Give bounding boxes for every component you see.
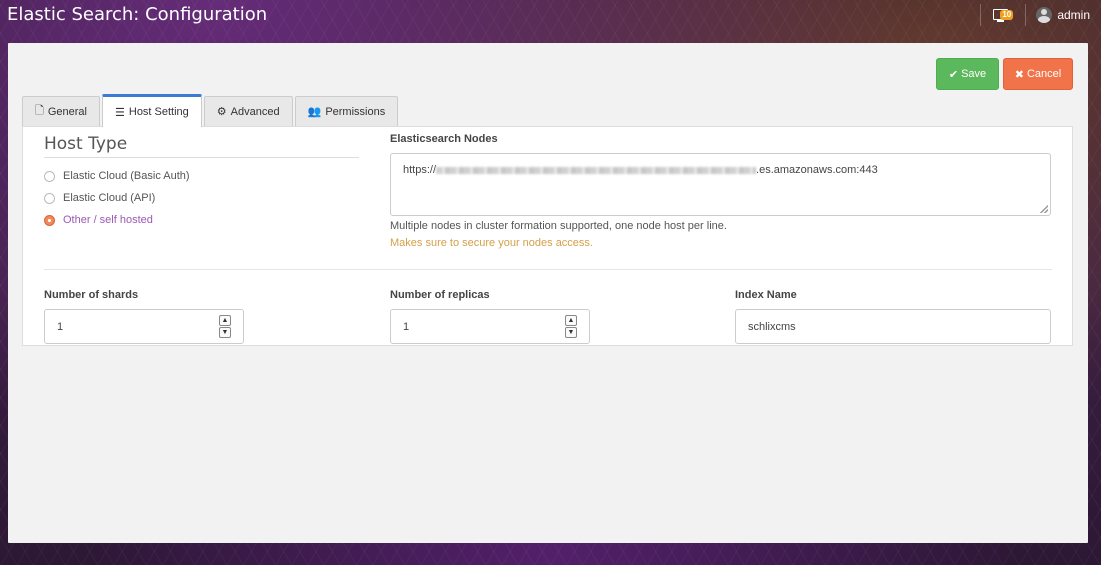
divider	[1025, 4, 1027, 26]
save-label: Save	[961, 68, 987, 80]
resize-handle[interactable]	[1040, 205, 1048, 213]
tab-label: Host Setting	[128, 106, 189, 118]
chevron-up-icon[interactable]: ▲	[565, 315, 577, 326]
save-button[interactable]: ✔ Save	[936, 58, 999, 90]
chevron-up-icon[interactable]: ▲	[219, 315, 231, 326]
shards-input[interactable]: 1 ▲ ▼	[44, 309, 244, 344]
file-icon: 🗋	[35, 105, 44, 117]
tab-general[interactable]: 🗋 General	[22, 96, 100, 126]
radio-button[interactable]	[44, 170, 55, 182]
redacted-host	[436, 166, 757, 174]
nodes-textarea[interactable]: https:// .es.amazonaws.com:443	[390, 153, 1051, 216]
chevron-down-icon[interactable]: ▼	[565, 327, 577, 338]
divider	[44, 269, 1052, 270]
nodes-help-text: Multiple nodes in cluster formation supp…	[390, 220, 727, 232]
shards-stepper[interactable]: ▲ ▼	[219, 315, 231, 338]
main-panel: ✔ Save ✖ Cancel 🗋 General ☰ Host Setting…	[8, 43, 1088, 543]
replicas-label: Number of replicas	[390, 289, 490, 301]
tab-host-setting[interactable]: ☰ Host Setting	[102, 94, 202, 127]
divider	[980, 4, 982, 26]
divider	[44, 157, 359, 158]
users-icon: 👥	[307, 106, 322, 118]
chevron-down-icon[interactable]: ▼	[219, 327, 231, 338]
tab-bar: 🗋 General ☰ Host Setting ⚙ Advanced 👥 Pe…	[22, 94, 400, 127]
radio-elastic-cloud-basic[interactable]: Elastic Cloud (Basic Auth)	[44, 170, 190, 182]
index-name-value: schlixcms	[748, 320, 796, 333]
cancel-button[interactable]: ✖ Cancel	[1003, 58, 1073, 90]
server-icon: ☰	[115, 106, 125, 119]
tab-label: Advanced	[230, 105, 280, 118]
notifications-button[interactable]: 10	[991, 6, 1015, 24]
tab-permissions[interactable]: 👥 Permissions	[294, 96, 399, 126]
nodes-warning-text: Makes sure to secure your nodes access.	[390, 237, 593, 249]
page-title: Elastic Search: Configuration	[7, 4, 268, 25]
radio-label: Other / self hosted	[63, 214, 153, 226]
tab-label: General	[47, 105, 87, 118]
radio-elastic-cloud-api[interactable]: Elastic Cloud (API)	[44, 192, 155, 204]
top-bar: Elastic Search: Configuration 10 admin	[0, 0, 1101, 32]
radio-label: Elastic Cloud (Basic Auth)	[63, 170, 190, 182]
top-right-area: 10 admin	[980, 4, 1090, 26]
nodes-value-prefix: https://	[403, 164, 437, 176]
cancel-label: Cancel	[1026, 68, 1062, 80]
index-name-input[interactable]: schlixcms	[735, 309, 1051, 344]
shards-value: 1	[57, 320, 64, 333]
user-menu[interactable]: admin	[1036, 7, 1090, 23]
tab-label: Permissions	[325, 105, 386, 118]
notification-badge: 10	[1000, 10, 1014, 20]
index-name-label: Index Name	[735, 289, 797, 301]
radio-button[interactable]	[44, 192, 55, 204]
shards-label: Number of shards	[44, 289, 139, 301]
radio-button[interactable]	[44, 214, 55, 226]
nodes-value-suffix: .es.amazonaws.com:443	[756, 164, 878, 176]
nodes-label: Elasticsearch Nodes	[390, 133, 498, 145]
tab-content: Host Type Elastic Cloud (Basic Auth) Ela…	[22, 126, 1073, 346]
check-icon: ✔	[948, 68, 959, 81]
replicas-stepper[interactable]: ▲ ▼	[565, 315, 577, 338]
close-icon: ✖	[1014, 68, 1024, 81]
radio-self-hosted[interactable]: Other / self hosted	[44, 214, 153, 226]
tab-advanced[interactable]: ⚙ Advanced	[203, 96, 293, 126]
username: admin	[1057, 8, 1090, 22]
replicas-input[interactable]: 1 ▲ ▼	[390, 309, 590, 344]
radio-label: Elastic Cloud (API)	[63, 192, 156, 204]
avatar	[1036, 7, 1053, 23]
gear-icon: ⚙	[216, 106, 227, 118]
host-type-heading: Host Type	[44, 134, 128, 154]
replicas-value: 1	[403, 320, 410, 333]
